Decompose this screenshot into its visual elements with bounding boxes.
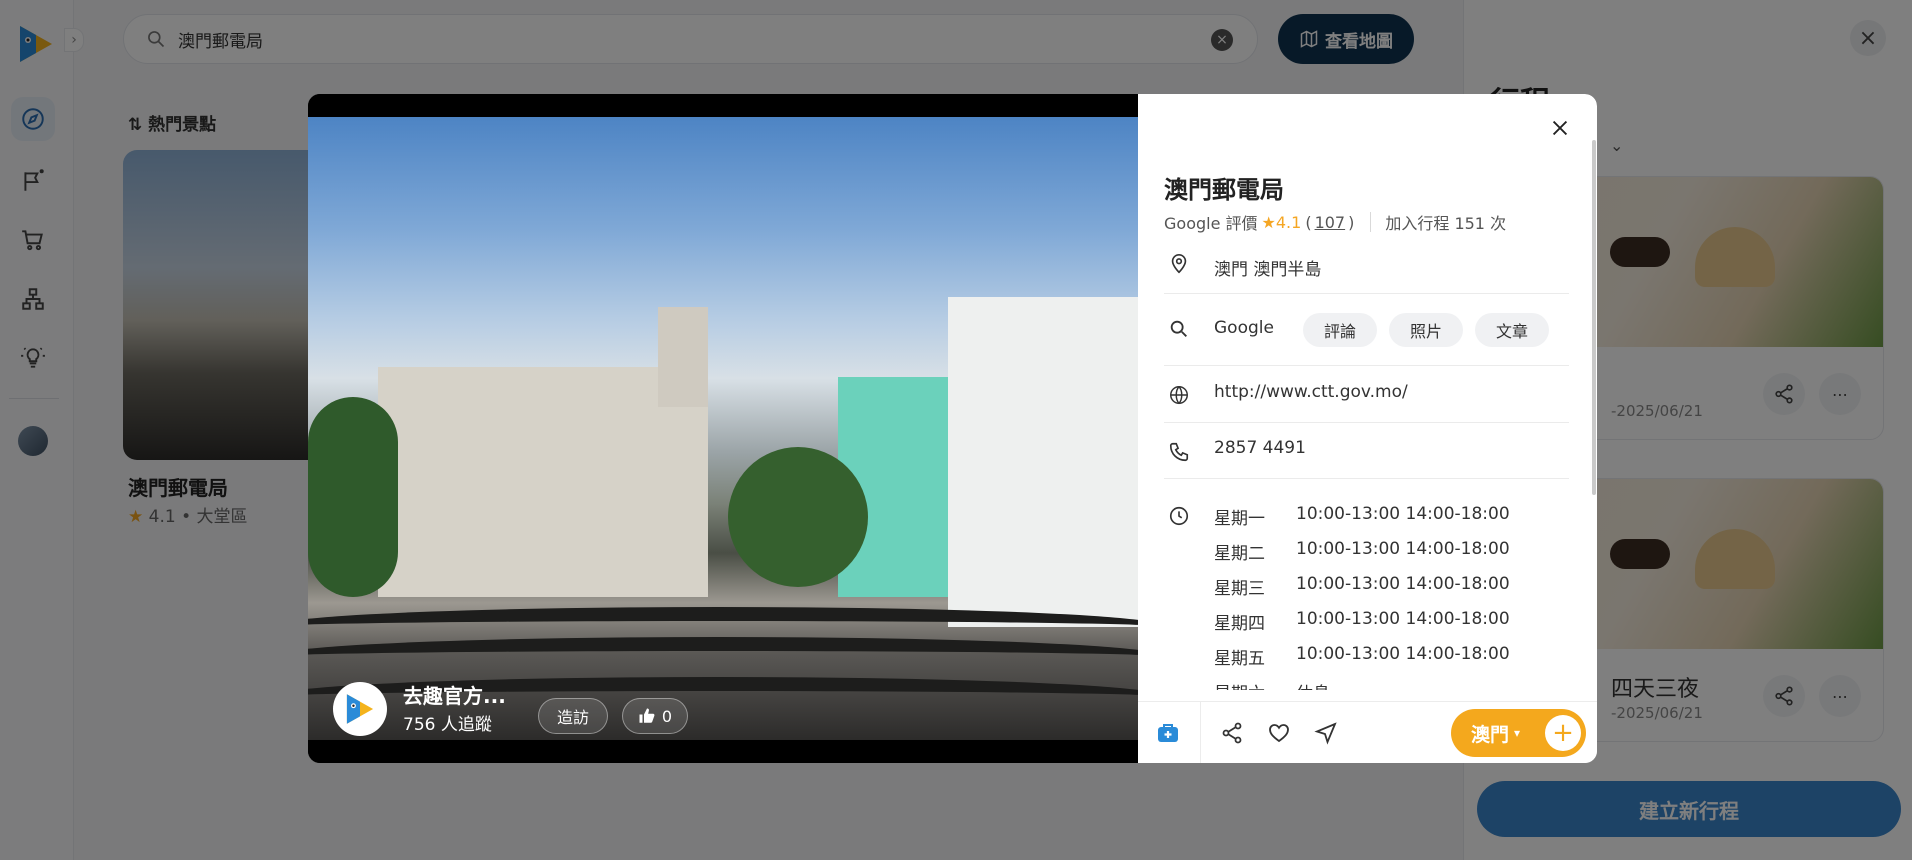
search-icon [1170, 320, 1187, 337]
hours-time: 10:00-13:00 14:00-18:00 [1296, 609, 1510, 629]
hours-day: 星期一 [1214, 509, 1265, 529]
phone-row: 2857 4491 [1164, 423, 1569, 479]
search-google-link[interactable]: Google [1214, 318, 1274, 338]
hours-time: 休息 [1296, 679, 1330, 690]
paren-close: ) [1348, 212, 1355, 232]
website-row: http://www.ctt.gov.mo/ [1164, 366, 1569, 423]
hours-time: 10:00-13:00 14:00-18:00 [1296, 574, 1510, 594]
hours-row: 星期二 10:00-13:00 14:00-18:00 [1214, 539, 1554, 574]
add-to-city-button[interactable]: 澳門 ▾ + [1451, 709, 1586, 757]
paren-open: ( [1305, 212, 1312, 232]
opening-hours: 星期一 10:00-13:00 14:00-18:00 星期二 10:00-13:0… [1214, 504, 1554, 690]
phone-number[interactable]: 2857 4491 [1214, 438, 1306, 458]
hours-day: 星期四 [1214, 614, 1265, 634]
place-photo[interactable] [308, 117, 1138, 740]
website-link[interactable]: http://www.ctt.gov.mo/ [1214, 382, 1408, 402]
medical-bag-icon[interactable] [1156, 721, 1180, 745]
chip-articles[interactable]: 文章 [1475, 313, 1549, 347]
hours-row: 星期三 10:00-13:00 14:00-18:00 [1214, 574, 1554, 609]
city-label: 澳門 [1471, 723, 1510, 746]
hours-day: 星期六 [1214, 679, 1296, 690]
hours-day: 星期五 [1214, 649, 1265, 669]
action-bar: 澳門 ▾ + [1138, 701, 1597, 763]
visit-button[interactable]: 造訪 [538, 698, 608, 734]
hours-time: 10:00-13:00 14:00-18:00 [1296, 504, 1510, 524]
address-text: 澳門 澳門半島 [1214, 260, 1322, 280]
thumbs-up-icon [639, 708, 655, 723]
added-to-trips: 加入行程 151 次 [1385, 214, 1507, 233]
review-count-link[interactable]: 107 [1315, 213, 1346, 232]
hours-time: 10:00-13:00 14:00-18:00 [1296, 539, 1510, 559]
hours-row: 星期六休息 [1214, 679, 1554, 690]
photo-panel: 去趣官方... 756 人追蹤 造訪 0 [308, 94, 1138, 763]
info-panel: 澳門郵電局 Google 評價 ★ 4.1 ( 107 ) 加入行程 151 次… [1138, 94, 1597, 763]
plus-icon[interactable]: + [1545, 715, 1581, 751]
phone-icon [1169, 442, 1189, 462]
rating-score: 4.1 [1275, 212, 1302, 232]
star-icon: ★ [1261, 212, 1276, 232]
place-detail-modal: 去趣官方... 756 人追蹤 造訪 0 澳門郵電局 Google 評價 ★ 4… [308, 94, 1597, 763]
chevron-down-icon: ▾ [1514, 726, 1521, 740]
hours-row: 星期五 10:00-13:00 14:00-18:00 [1214, 644, 1554, 679]
like-button[interactable]: 0 [622, 698, 688, 734]
like-count: 0 [661, 706, 673, 726]
divider [1200, 702, 1201, 763]
hours-row: 星期四 10:00-13:00 14:00-18:00 [1214, 609, 1554, 644]
info-scrollbar[interactable] [1592, 140, 1596, 495]
close-icon[interactable] [1548, 116, 1572, 140]
globe-icon [1170, 386, 1188, 405]
search-row: Google 評論 照片 文章 [1164, 294, 1569, 366]
heart-icon[interactable] [1267, 721, 1291, 745]
chip-photos[interactable]: 照片 [1389, 313, 1463, 347]
author-followers: 756 人追蹤 [403, 715, 492, 735]
address-row: 澳門 澳門半島 [1164, 242, 1569, 294]
clock-icon [1169, 506, 1189, 526]
navigate-icon[interactable] [1314, 721, 1338, 745]
place-title: 澳門郵電局 [1164, 176, 1284, 204]
rating-source: Google 評價 [1164, 214, 1258, 233]
share-icon[interactable] [1220, 721, 1244, 745]
chip-reviews[interactable]: 評論 [1303, 313, 1377, 347]
hours-row: 星期一 10:00-13:00 14:00-18:00 [1214, 504, 1554, 539]
author-name[interactable]: 去趣官方... [403, 680, 506, 709]
author-avatar[interactable] [333, 682, 387, 736]
divider [1370, 212, 1372, 232]
location-icon [1171, 254, 1187, 274]
hours-day: 星期二 [1214, 544, 1265, 564]
rating-line: Google 評價 ★ 4.1 ( 107 ) 加入行程 151 次 [1164, 210, 1506, 234]
hours-day: 星期三 [1214, 579, 1265, 599]
hours-time: 10:00-13:00 14:00-18:00 [1296, 644, 1510, 664]
